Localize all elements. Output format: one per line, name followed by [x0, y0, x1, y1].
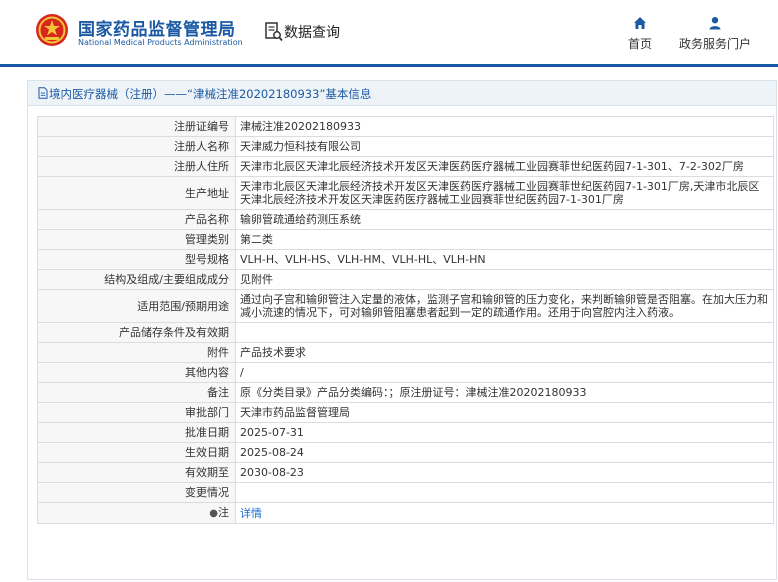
table-row: 管理类别 第二类	[37, 229, 774, 250]
data-query-label[interactable]: 数据查询	[284, 22, 340, 42]
org-name-cn: 国家药品监督管理局	[78, 20, 236, 40]
national-emblem-icon	[36, 14, 68, 46]
pin-icon: ●	[209, 508, 218, 519]
field-value: VLH-H、VLH-HS、VLH-HM、VLH-HL、VLH-HN	[235, 249, 774, 270]
user-icon	[709, 17, 721, 30]
table-row: 有效期至 2030-08-23	[37, 462, 774, 483]
table-row: 注册证编号 津械注准20202180933	[37, 116, 774, 137]
field-label: 注册证编号	[37, 116, 236, 137]
field-label: 注册人名称	[37, 136, 236, 157]
field-value: /	[235, 362, 774, 383]
field-label: 其他内容	[37, 362, 236, 383]
device-info-panel: 境内医疗器械（注册）——“津械注准20202180933”基本信息 注册证编号 …	[27, 80, 777, 580]
table-row: 附件 产品技术要求	[37, 342, 774, 363]
table-row: 批准日期 2025-07-31	[37, 422, 774, 443]
field-value: 津械注准20202180933	[235, 116, 774, 137]
table-row: ●注 详情	[37, 502, 774, 524]
table-row: 结构及组成/主要组成成分 见附件	[37, 269, 774, 290]
field-value: 天津市北辰区天津北辰经济技术开发区天津医药医疗器械工业园赛菲世纪医药园7-1-3…	[235, 176, 774, 210]
nav-service-portal[interactable]: 政务服务门户	[676, 16, 754, 52]
field-label: 附件	[37, 342, 236, 363]
nav-home[interactable]: 首页	[624, 16, 656, 52]
nav-service-label: 政务服务门户	[678, 37, 751, 51]
field-label: 结构及组成/主要组成成分	[37, 269, 236, 290]
field-value: 输卵管疏通给药测压系统	[235, 209, 774, 230]
note-label-cell: ●注	[37, 502, 236, 524]
field-label: 管理类别	[37, 229, 236, 250]
field-label: 生产地址	[37, 176, 236, 210]
field-value: 详情	[235, 502, 774, 524]
field-value: 天津市药品监督管理局	[235, 402, 774, 423]
field-value	[235, 322, 774, 343]
field-value: 原《分类目录》产品分类编码：；原注册证号：津械注准20202180933	[235, 382, 774, 403]
header-divider	[0, 64, 778, 67]
site-header: 国家药品监督管理局 National Medical Products Admi…	[0, 0, 778, 64]
table-row: 型号规格 VLH-H、VLH-HS、VLH-HM、VLH-HL、VLH-HN	[37, 249, 774, 270]
field-value: 2025-08-24	[235, 442, 774, 463]
field-label: 产品储存条件及有效期	[37, 322, 236, 343]
field-label: 注册人住所	[37, 156, 236, 177]
table-row: 注册人住所 天津市北辰区天津北辰经济技术开发区天津医药医疗器械工业园赛菲世纪医药…	[37, 156, 774, 177]
data-query-icon	[265, 22, 283, 42]
org-name-en: National Medical Products Administration	[78, 38, 243, 47]
table-row: 审批部门 天津市药品监督管理局	[37, 402, 774, 423]
field-label: 有效期至	[37, 462, 236, 483]
panel-title-bar: 境内医疗器械（注册）——“津械注准20202180933”基本信息	[28, 81, 776, 106]
field-label: 批准日期	[37, 422, 236, 443]
field-value: 天津市北辰区天津北辰经济技术开发区天津医药医疗器械工业园赛菲世纪医药园7-1-3…	[235, 156, 774, 177]
field-value: 通过向子宫和输卵管注入定量的液体，监测子宫和输卵管的压力变化，来判断输卵管是否阻…	[235, 289, 774, 323]
table-row: 生效日期 2025-08-24	[37, 442, 774, 463]
info-table: 注册证编号 津械注准20202180933 注册人名称 天津威力恒科技有限公司 …	[37, 116, 774, 524]
field-value: 天津威力恒科技有限公司	[235, 136, 774, 157]
panel-title: 境内医疗器械（注册）——“津械注准20202180933”基本信息	[49, 87, 372, 101]
details-link[interactable]: 详情	[240, 507, 262, 520]
field-label: 备注	[37, 382, 236, 403]
field-value: 第二类	[235, 229, 774, 250]
field-value: 见附件	[235, 269, 774, 290]
table-row: 生产地址 天津市北辰区天津北辰经济技术开发区天津医药医疗器械工业园赛菲世纪医药园…	[37, 176, 774, 210]
field-label: 审批部门	[37, 402, 236, 423]
field-label: 注	[218, 506, 229, 519]
home-icon	[634, 17, 646, 29]
field-value	[235, 482, 774, 503]
table-row: 变更情况	[37, 482, 774, 503]
nav-home-label: 首页	[627, 37, 652, 51]
table-row: 产品名称 输卵管疏通给药测压系统	[37, 209, 774, 230]
table-row: 适用范围/预期用途 通过向子宫和输卵管注入定量的液体，监测子宫和输卵管的压力变化…	[37, 289, 774, 323]
table-row: 注册人名称 天津威力恒科技有限公司	[37, 136, 774, 157]
table-row: 其他内容 /	[37, 362, 774, 383]
field-label: 型号规格	[37, 249, 236, 270]
field-value: 2025-07-31	[235, 422, 774, 443]
field-value: 2030-08-23	[235, 462, 774, 483]
table-row: 产品储存条件及有效期	[37, 322, 774, 343]
field-label: 产品名称	[37, 209, 236, 230]
field-label: 适用范围/预期用途	[37, 289, 236, 323]
document-icon	[38, 87, 48, 99]
field-value: 产品技术要求	[235, 342, 774, 363]
table-row: 备注 原《分类目录》产品分类编码：；原注册证号：津械注准20202180933	[37, 382, 774, 403]
field-label: 变更情况	[37, 482, 236, 503]
field-label: 生效日期	[37, 442, 236, 463]
